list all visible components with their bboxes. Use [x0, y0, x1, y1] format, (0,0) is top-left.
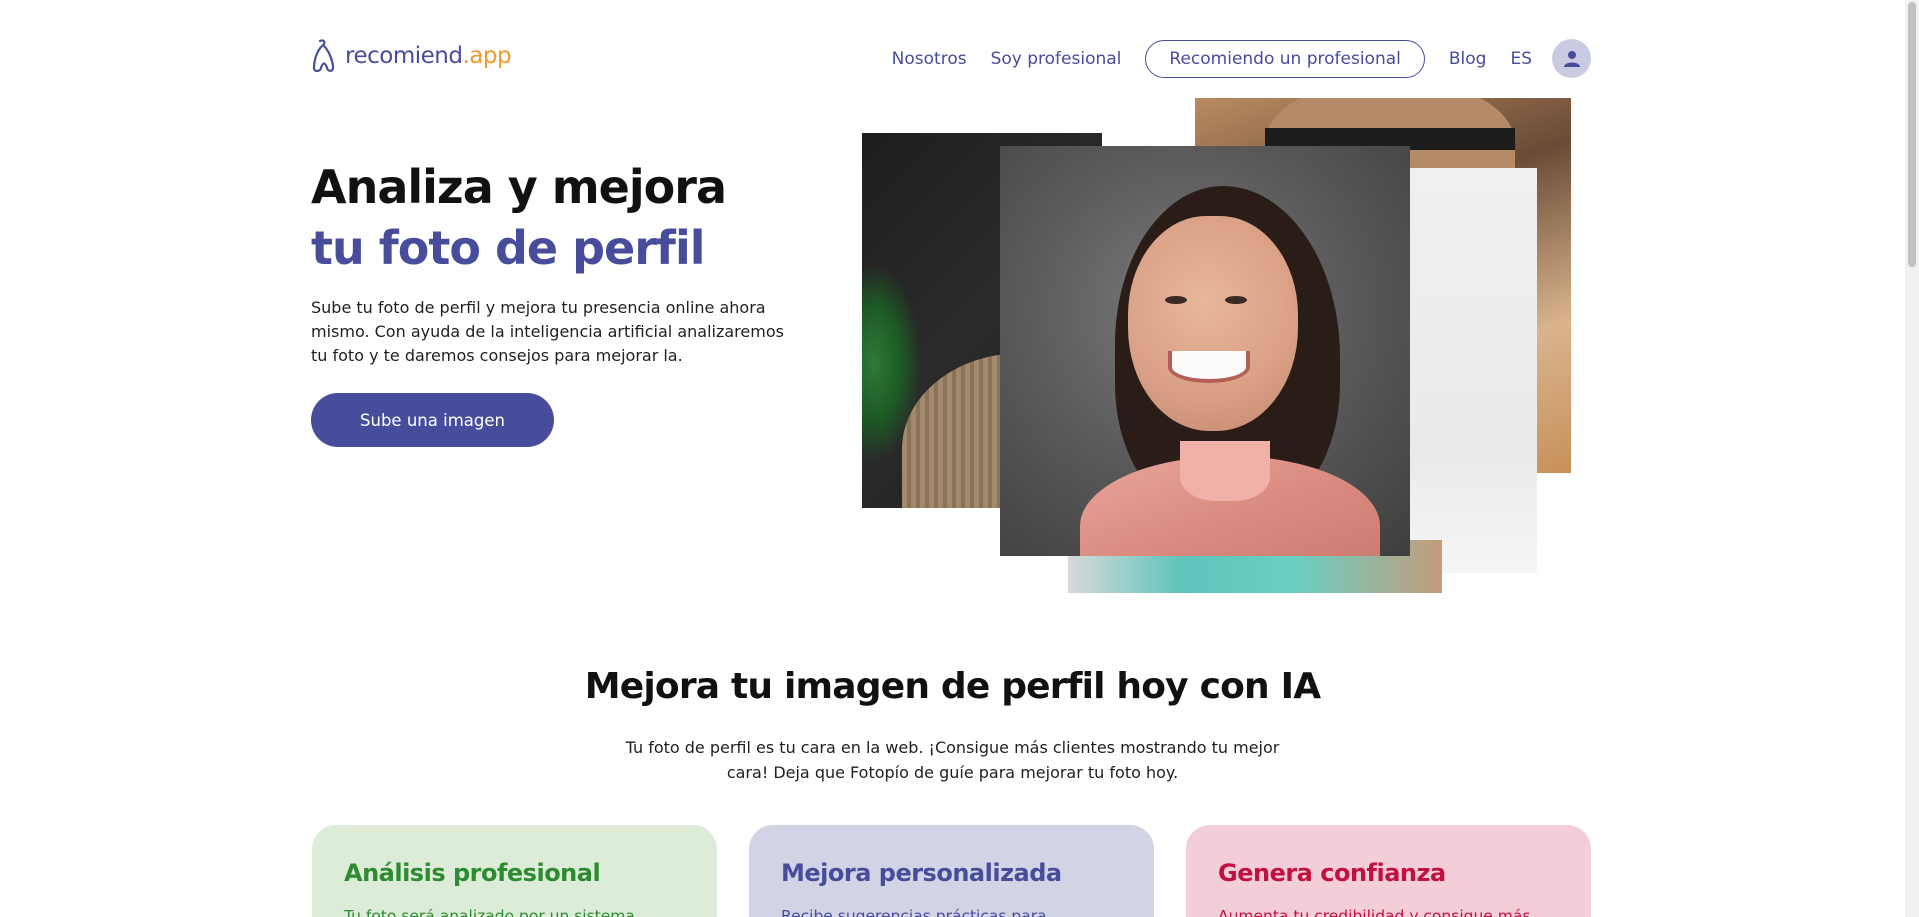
user-icon	[1563, 50, 1580, 67]
nav-link-blog[interactable]: Blog	[1449, 49, 1487, 69]
upload-image-button[interactable]: Sube una imagen	[311, 393, 554, 447]
user-avatar-button[interactable]	[1552, 39, 1591, 78]
scrollbar-thumb[interactable]	[1908, 2, 1916, 267]
nav-link-nosotros[interactable]: Nosotros	[892, 49, 967, 69]
section-title: Mejora tu imagen de perfil hoy con IA	[584, 666, 1321, 707]
feature-card-title: Mejora personalizada	[781, 859, 1062, 887]
feature-card-confianza: Genera confianza Aumenta tu credibilidad…	[1186, 825, 1591, 917]
hero-title: Analiza y mejora tu foto de perfil	[311, 157, 727, 279]
feature-card-text: Aumenta tu credibilidad y consigue más	[1218, 907, 1531, 917]
logo-text: recomiend.app	[345, 43, 512, 69]
feature-card-text: Tu foto será analizado por un sistema	[344, 907, 635, 917]
feature-card-mejora: Mejora personalizada Recibe sugerencias …	[749, 825, 1154, 917]
logo-mark-icon	[312, 39, 335, 73]
feature-card-text: Recibe sugerencias prácticas para	[781, 907, 1047, 917]
recommend-professional-button[interactable]: Recomiendo un profesional	[1145, 39, 1425, 78]
main-nav: Nosotros Soy profesional Recomiendo un p…	[868, 39, 1591, 78]
section-description: Tu foto de perfil es tu cara en la web. …	[625, 738, 1280, 782]
profile-photo-main	[1000, 146, 1410, 556]
language-selector[interactable]: ES	[1510, 49, 1532, 69]
logo[interactable]: recomiend.app	[311, 38, 512, 74]
hero-description: Sube tu foto de perfil y mejora tu prese…	[311, 298, 784, 365]
page-scrollbar[interactable]	[1905, 0, 1919, 917]
site-header: recomiend.app Nosotros Soy profesional R…	[0, 0, 1905, 118]
nav-link-soy-profesional[interactable]: Soy profesional	[991, 49, 1122, 69]
hero-title-line2: tu foto de perfil	[311, 221, 705, 275]
profile-photo-white	[1410, 168, 1537, 573]
hero-title-line1: Analiza y mejora	[311, 160, 727, 214]
feature-card-title: Análisis profesional	[344, 859, 601, 887]
feature-card-analisis: Análisis profesional Tu foto será analiz…	[312, 825, 717, 917]
feature-card-title: Genera confianza	[1218, 859, 1446, 887]
